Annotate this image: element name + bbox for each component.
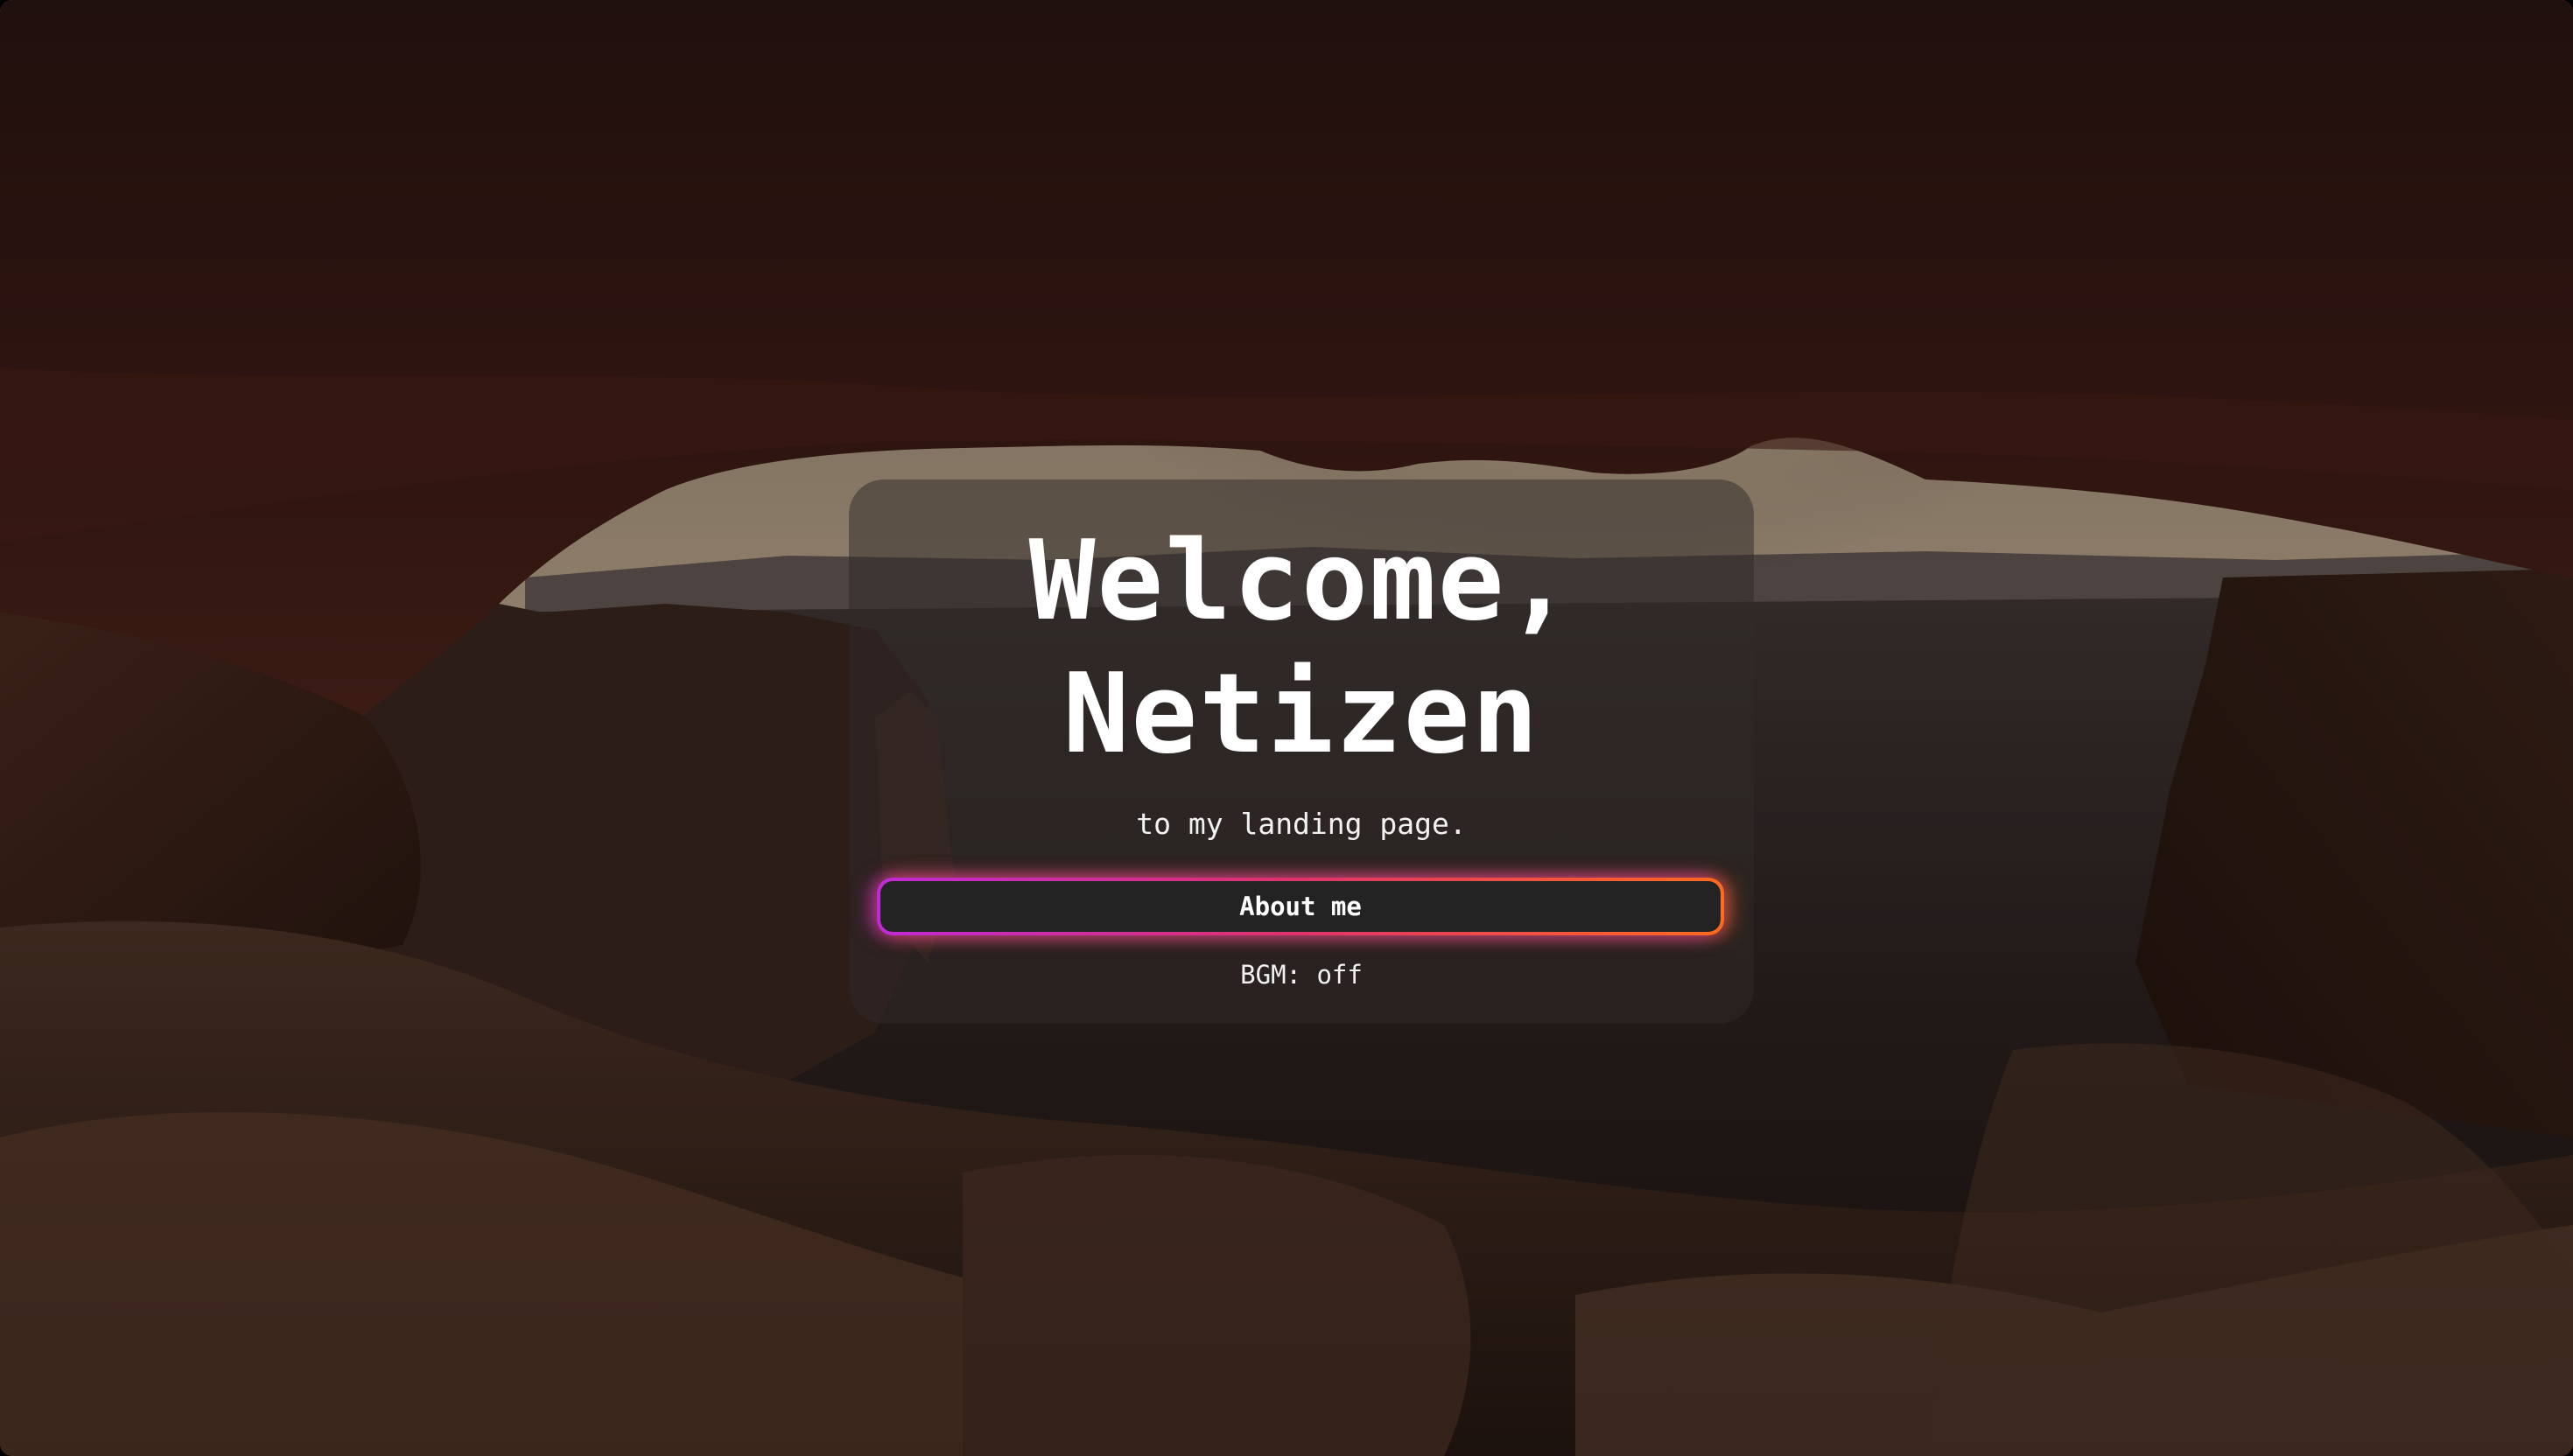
title-line-2: Netizen: [1062, 649, 1540, 778]
about-me-button[interactable]: About me: [877, 878, 1724, 935]
welcome-card: Welcome, Netizen to my landing page. Abo…: [849, 480, 1754, 1024]
bgm-toggle[interactable]: BGM: off: [849, 957, 1754, 992]
subtitle: to my landing page.: [1136, 807, 1467, 841]
title-line-1: Welcome,: [1028, 516, 1574, 645]
page-title: Welcome, Netizen: [849, 514, 1754, 780]
landing-page: Welcome, Netizen to my landing page. Abo…: [0, 0, 2573, 1456]
